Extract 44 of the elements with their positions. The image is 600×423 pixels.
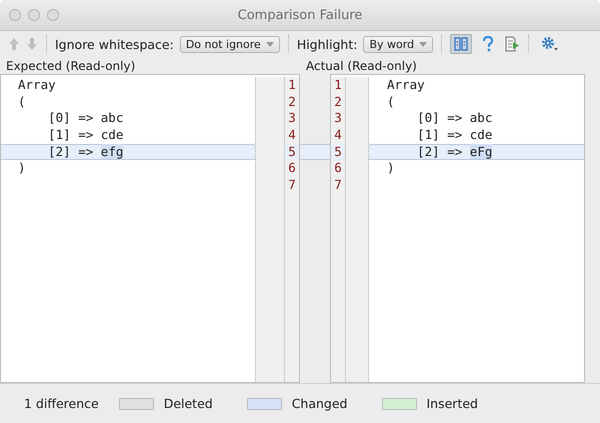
code-line: (	[17, 94, 27, 110]
code-line: Array	[17, 77, 57, 94]
code-line: )	[386, 160, 396, 178]
code-line: [0] => abc	[416, 110, 494, 128]
code-line: (	[386, 94, 396, 110]
legend-label: Deleted	[164, 396, 213, 411]
caret-icon	[266, 42, 274, 46]
highlight-dropdown[interactable]: By word	[363, 36, 434, 52]
line-number: 1	[333, 77, 343, 94]
line-number: 7	[287, 177, 297, 194]
line-number: 5	[331, 144, 345, 160]
actual-header: Actual (Read-only)	[305, 58, 418, 72]
close-button[interactable]	[9, 9, 21, 21]
whitespace-dropdown[interactable]: Do not ignore	[180, 36, 280, 52]
document-arrow-icon[interactable]	[504, 36, 520, 52]
code-line: [0] => abc	[47, 110, 124, 128]
line-number: 3	[333, 110, 343, 128]
line-number: 5	[285, 144, 299, 160]
help-icon[interactable]	[482, 36, 494, 52]
line-number: 4	[287, 127, 297, 144]
zoom-button[interactable]	[47, 9, 59, 21]
line-number: 2	[287, 94, 297, 110]
minimize-button[interactable]	[28, 9, 40, 21]
code-line: [1] => cde	[416, 127, 494, 144]
code-line: )	[17, 160, 27, 178]
line-number: 2	[333, 94, 343, 110]
code-line: Array	[386, 77, 426, 94]
side-by-side-toggle[interactable]	[450, 34, 472, 54]
legend-label: Changed	[292, 396, 348, 411]
legend-label: Inserted	[426, 396, 478, 411]
caret-icon	[419, 42, 428, 46]
line-number: 4	[333, 127, 343, 144]
highlight-label: Highlight:	[296, 36, 358, 52]
line-number: 7	[333, 177, 343, 194]
line-number: 6	[333, 160, 343, 178]
code-line: [1] => cde	[47, 127, 124, 144]
window-title: Comparison Failure	[238, 8, 362, 22]
line-number: 1	[287, 77, 297, 94]
expected-header: Expected (Read-only)	[5, 58, 136, 72]
settings-icon[interactable]	[541, 36, 560, 52]
line-number: 6	[287, 160, 297, 178]
ignore-whitespace-label: Ignore whitespace:	[55, 36, 174, 52]
difference-count: 1 difference	[24, 396, 99, 411]
line-number: 3	[287, 110, 297, 128]
